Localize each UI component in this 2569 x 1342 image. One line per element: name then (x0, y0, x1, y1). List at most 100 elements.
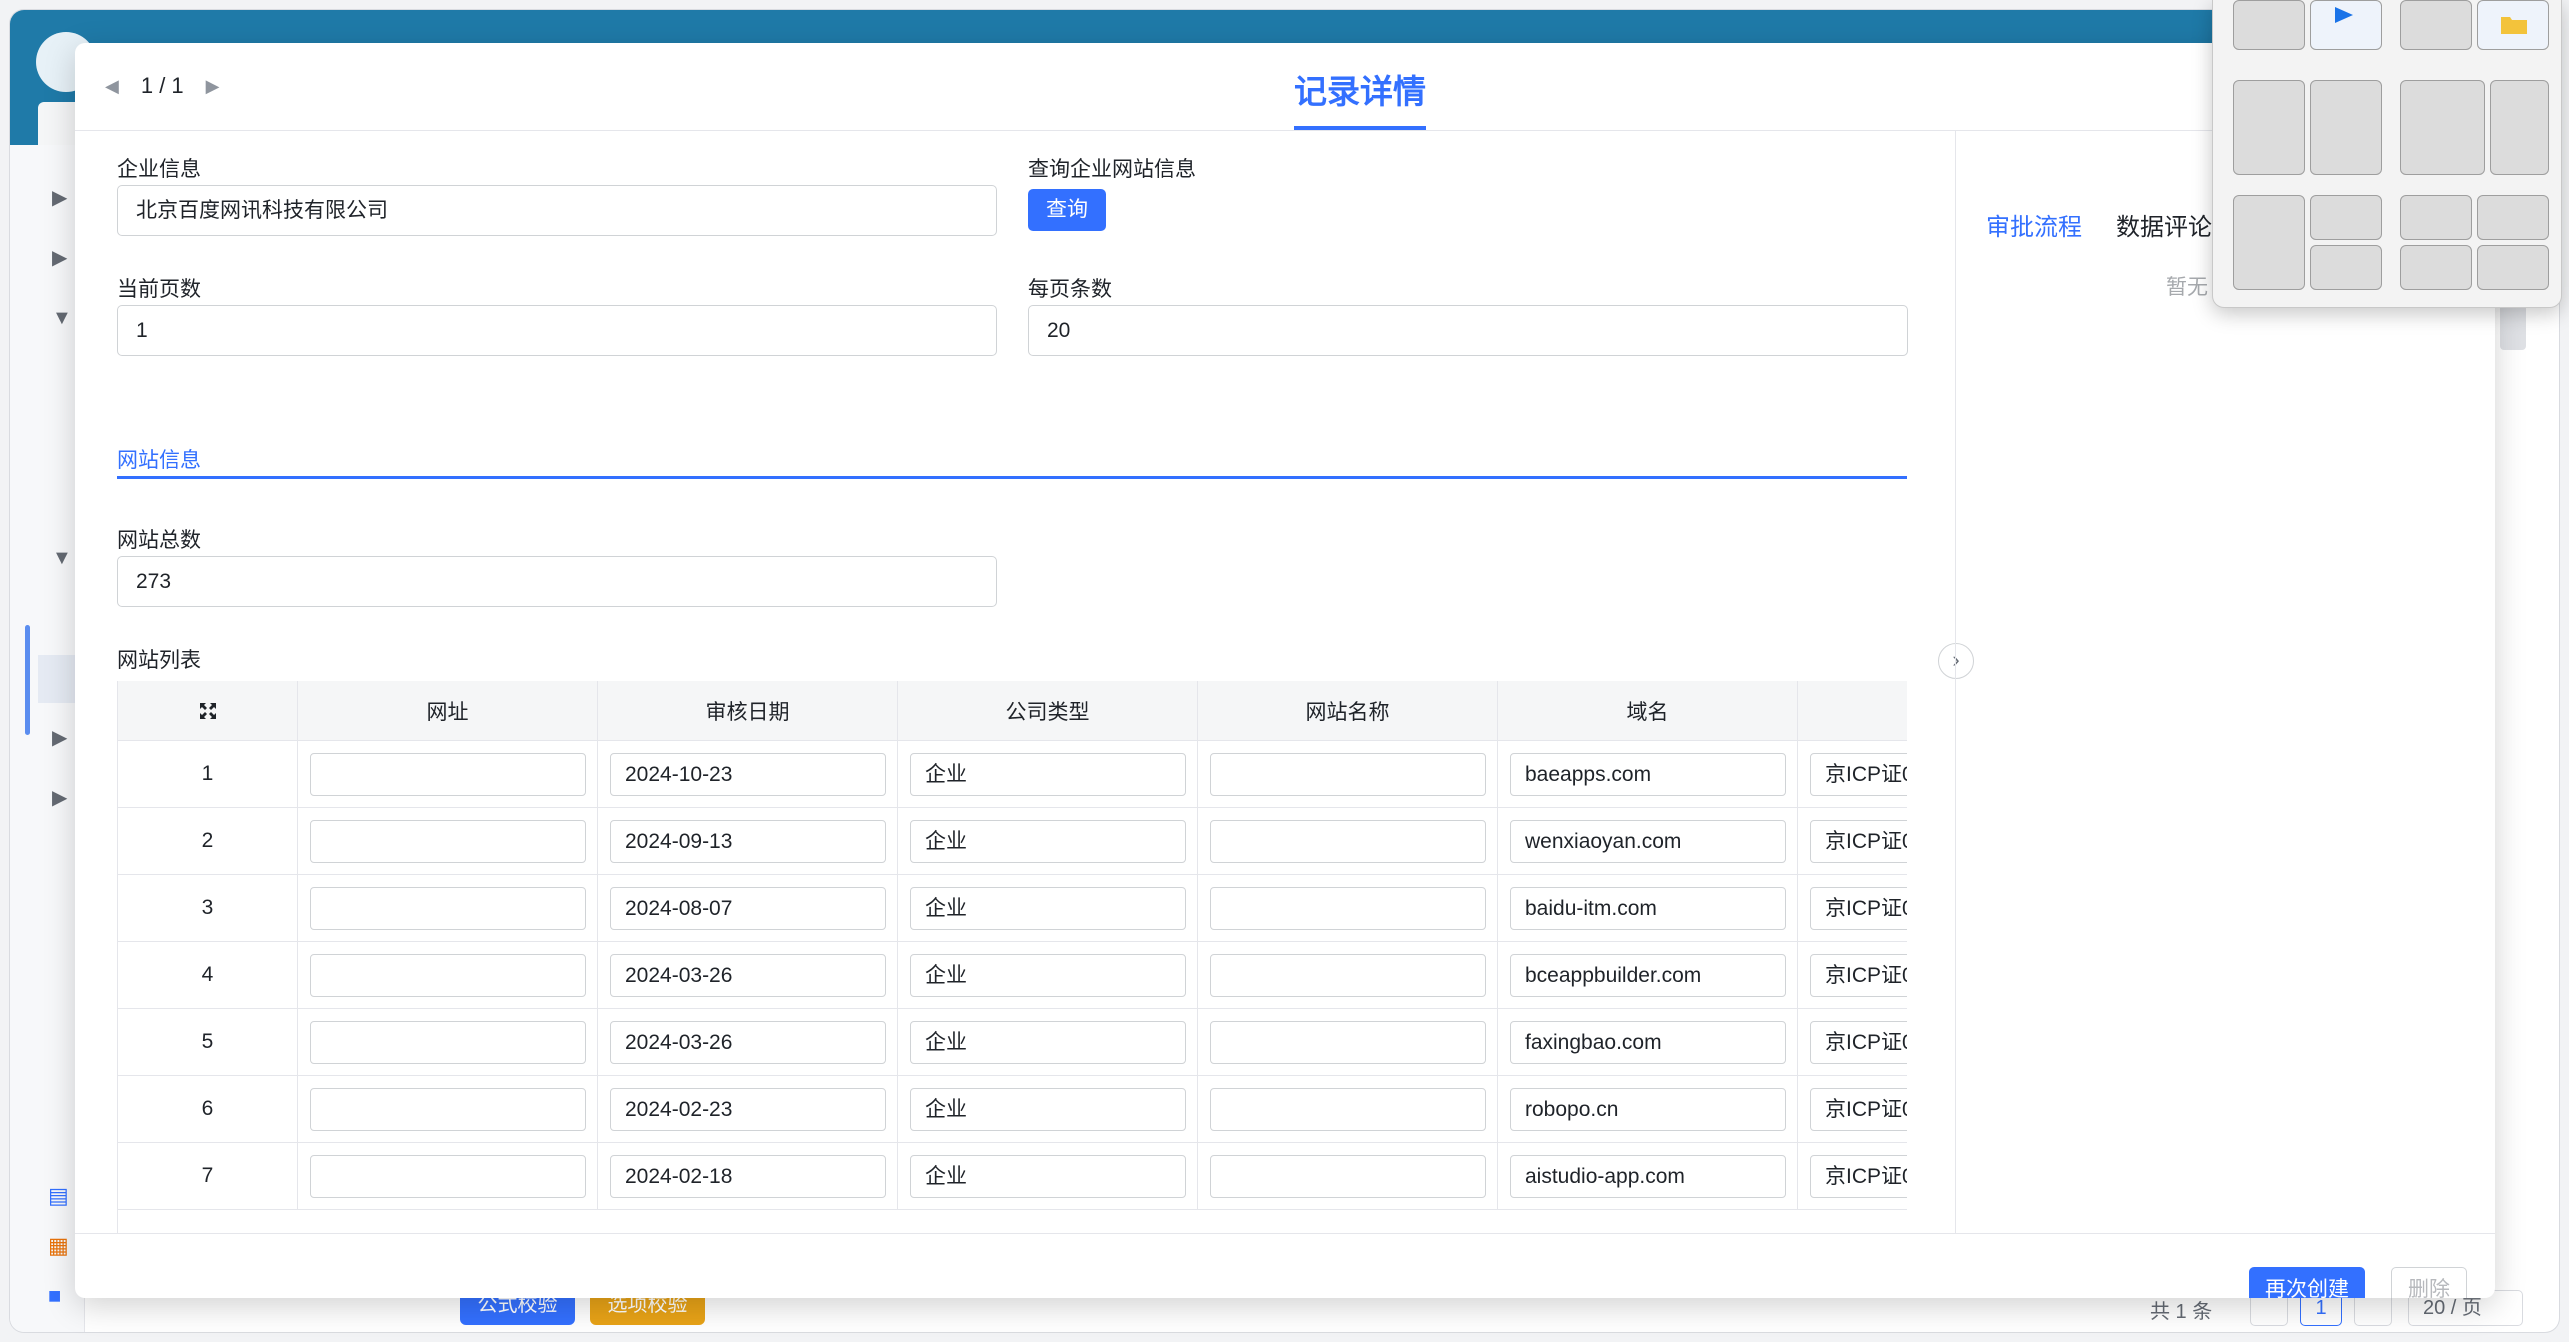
type-cell-input[interactable]: 企业 (910, 752, 1186, 796)
expand-arrow-icon[interactable]: ▶ (52, 248, 67, 268)
cell-name (1198, 875, 1498, 941)
table-icon[interactable]: ▦ (48, 1235, 69, 1257)
domain-cell-input[interactable]: aistudio-app.com (1510, 1154, 1786, 1198)
date-cell-input[interactable]: 2024-03-26 (610, 953, 886, 997)
snap-zone[interactable] (2400, 245, 2472, 290)
tab-data-comments[interactable]: 数据评论 (2116, 207, 2212, 242)
delete-button[interactable]: 删除 (2391, 1267, 2467, 1298)
name-cell-input[interactable] (1210, 953, 1486, 997)
url-cell-input[interactable] (310, 886, 586, 930)
icp-cell-input[interactable]: 京ICP证0 (1810, 1154, 1907, 1198)
tab-approval-flow[interactable]: 审批流程 (1986, 207, 2082, 242)
type-cell-input[interactable]: 企业 (910, 1020, 1186, 1064)
cell-type: 企业 (898, 808, 1198, 874)
cell-name (1198, 741, 1498, 807)
snap-zone[interactable] (2310, 245, 2382, 290)
expand-arrow-icon[interactable]: ▶ (52, 788, 67, 808)
expand-arrow-icon[interactable]: ▶ (52, 728, 67, 748)
snap-zone[interactable] (2400, 195, 2472, 240)
cell-domain: bceappbuilder.com (1498, 942, 1798, 1008)
type-cell-input[interactable]: 企业 (910, 1087, 1186, 1131)
snap-zone[interactable] (2477, 195, 2549, 240)
cell-type: 企业 (898, 942, 1198, 1008)
snap-zone[interactable] (2400, 0, 2472, 50)
name-cell-input[interactable] (1210, 1020, 1486, 1064)
type-cell-input[interactable]: 企业 (910, 953, 1186, 997)
snap-zone[interactable] (2233, 80, 2305, 175)
recreate-button[interactable]: 再次创建 (2249, 1267, 2365, 1298)
type-cell-input[interactable]: 企业 (910, 886, 1186, 930)
cell-url (298, 1009, 598, 1075)
snap-zone[interactable] (2233, 0, 2305, 50)
collapse-arrow-icon[interactable]: ▼ (52, 308, 72, 328)
collapse-arrow-icon[interactable]: ▼ (52, 548, 72, 568)
cell-date: 2024-08-07 (598, 875, 898, 941)
site-total-field[interactable]: 273 (117, 556, 997, 607)
page-size-field[interactable]: 20 (1028, 305, 1908, 356)
domain-cell-input[interactable]: faxingbao.com (1510, 1020, 1786, 1064)
company-info-field[interactable]: 北京百度网讯科技有限公司 (117, 185, 997, 236)
header-domain: 域名 (1498, 681, 1798, 740)
next-record-icon[interactable]: ▶ (206, 76, 220, 97)
snap-zone[interactable] (2233, 195, 2305, 290)
icp-cell-input[interactable]: 京ICP证0 (1810, 1087, 1907, 1131)
cell-domain: faxingbao.com (1498, 1009, 1798, 1075)
date-cell-input[interactable]: 2024-02-18 (610, 1154, 886, 1198)
domain-cell-input[interactable]: baeapps.com (1510, 752, 1786, 796)
row-index: 2 (118, 808, 298, 874)
type-cell-input[interactable]: 企业 (910, 819, 1186, 863)
icp-cell-input[interactable]: 京ICP证0 (1810, 886, 1907, 930)
domain-cell-input[interactable]: wenxiaoyan.com (1510, 819, 1786, 863)
current-page-field[interactable]: 1 (117, 305, 997, 356)
cell-icp: 京ICP证0 (1798, 1143, 1907, 1209)
folder-icon[interactable]: ■ (48, 1285, 61, 1307)
url-cell-input[interactable] (310, 1087, 586, 1131)
snap-zone[interactable] (2490, 80, 2549, 175)
cell-domain: baidu-itm.com (1498, 875, 1798, 941)
date-cell-input[interactable]: 2024-03-26 (610, 1020, 886, 1064)
query-button[interactable]: 查询 (1028, 189, 1106, 231)
url-cell-input[interactable] (310, 819, 586, 863)
folder-icon[interactable] (2477, 0, 2549, 50)
cell-domain: aistudio-app.com (1498, 1143, 1798, 1209)
url-cell-input[interactable] (310, 1020, 586, 1064)
vscode-icon[interactable] (2310, 0, 2382, 50)
row-index: 1 (118, 741, 298, 807)
name-cell-input[interactable] (1210, 886, 1486, 930)
date-cell-input[interactable]: 2024-10-23 (610, 752, 886, 796)
date-cell-input[interactable]: 2024-09-13 (610, 819, 886, 863)
domain-cell-input[interactable]: bceappbuilder.com (1510, 953, 1786, 997)
domain-cell-input[interactable]: robopo.cn (1510, 1087, 1786, 1131)
name-cell-input[interactable] (1210, 1087, 1486, 1131)
snap-zone[interactable] (2400, 80, 2485, 175)
icp-cell-input[interactable]: 京ICP证0 (1810, 819, 1907, 863)
row-index: 7 (118, 1143, 298, 1209)
table-row: 3 2024-08-07 企业 baidu-itm.com 京ICP证0 (118, 875, 1907, 942)
table-row: 2 2024-09-13 企业 wenxiaoyan.com 京ICP证0 (118, 808, 1907, 875)
snap-zone[interactable] (2310, 195, 2382, 240)
icp-cell-input[interactable]: 京ICP证0 (1810, 953, 1907, 997)
snap-zone[interactable] (2310, 80, 2382, 175)
name-cell-input[interactable] (1210, 1154, 1486, 1198)
site-info-section-tab[interactable]: 网站信息 (117, 444, 1907, 479)
url-cell-input[interactable] (310, 1154, 586, 1198)
url-cell-input[interactable] (310, 752, 586, 796)
icp-cell-input[interactable]: 京ICP证0 (1810, 1020, 1907, 1064)
date-cell-input[interactable]: 2024-08-07 (610, 886, 886, 930)
expand-table-icon[interactable] (118, 681, 298, 740)
domain-cell-input[interactable]: baidu-itm.com (1510, 886, 1786, 930)
type-cell-input[interactable]: 企业 (910, 1154, 1186, 1198)
cell-date: 2024-10-23 (598, 741, 898, 807)
expand-arrow-icon[interactable]: ▶ (52, 188, 67, 208)
row-index: 4 (118, 942, 298, 1008)
snap-zone[interactable] (2477, 245, 2549, 290)
name-cell-input[interactable] (1210, 819, 1486, 863)
cell-icp: 京ICP证0 (1798, 1009, 1907, 1075)
name-cell-input[interactable] (1210, 752, 1486, 796)
prev-record-icon[interactable]: ◀ (105, 76, 119, 97)
url-cell-input[interactable] (310, 953, 586, 997)
icp-cell-input[interactable]: 京ICP证0 (1810, 752, 1907, 796)
date-cell-input[interactable]: 2024-02-23 (610, 1087, 886, 1131)
form-icon[interactable]: ▤ (48, 1185, 69, 1207)
cell-url (298, 808, 598, 874)
